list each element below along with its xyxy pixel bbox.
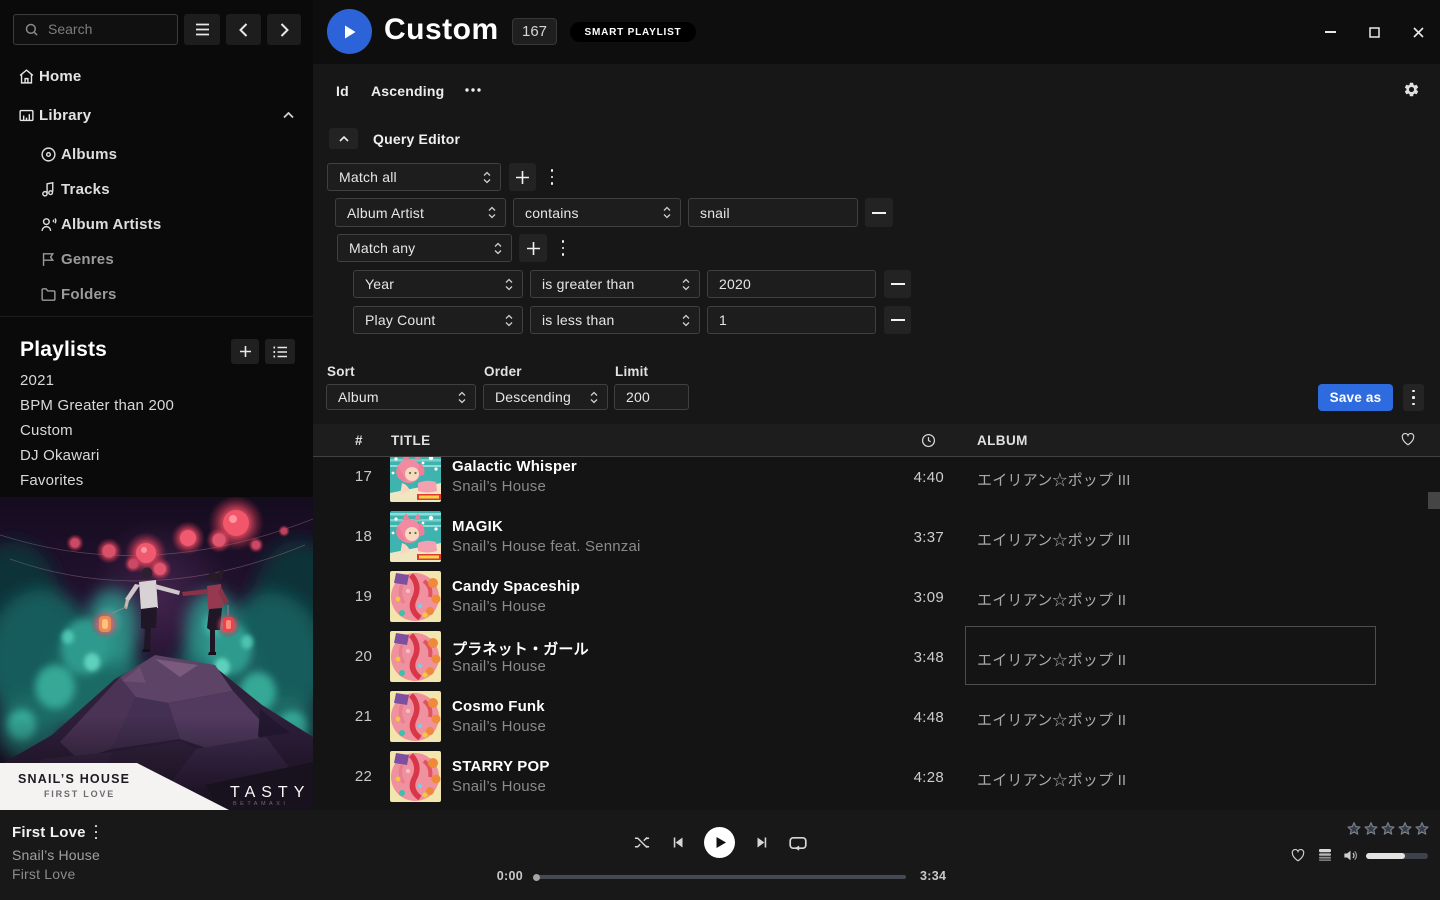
svg-text:BETAMAXI: BETAMAXI — [233, 801, 288, 807]
svg-text:SNAIL’S HOUSE: SNAIL’S HOUSE — [18, 772, 130, 786]
svg-text:TASTY: TASTY — [230, 784, 310, 801]
svg-text:FIRST LOVE: FIRST LOVE — [44, 789, 115, 799]
